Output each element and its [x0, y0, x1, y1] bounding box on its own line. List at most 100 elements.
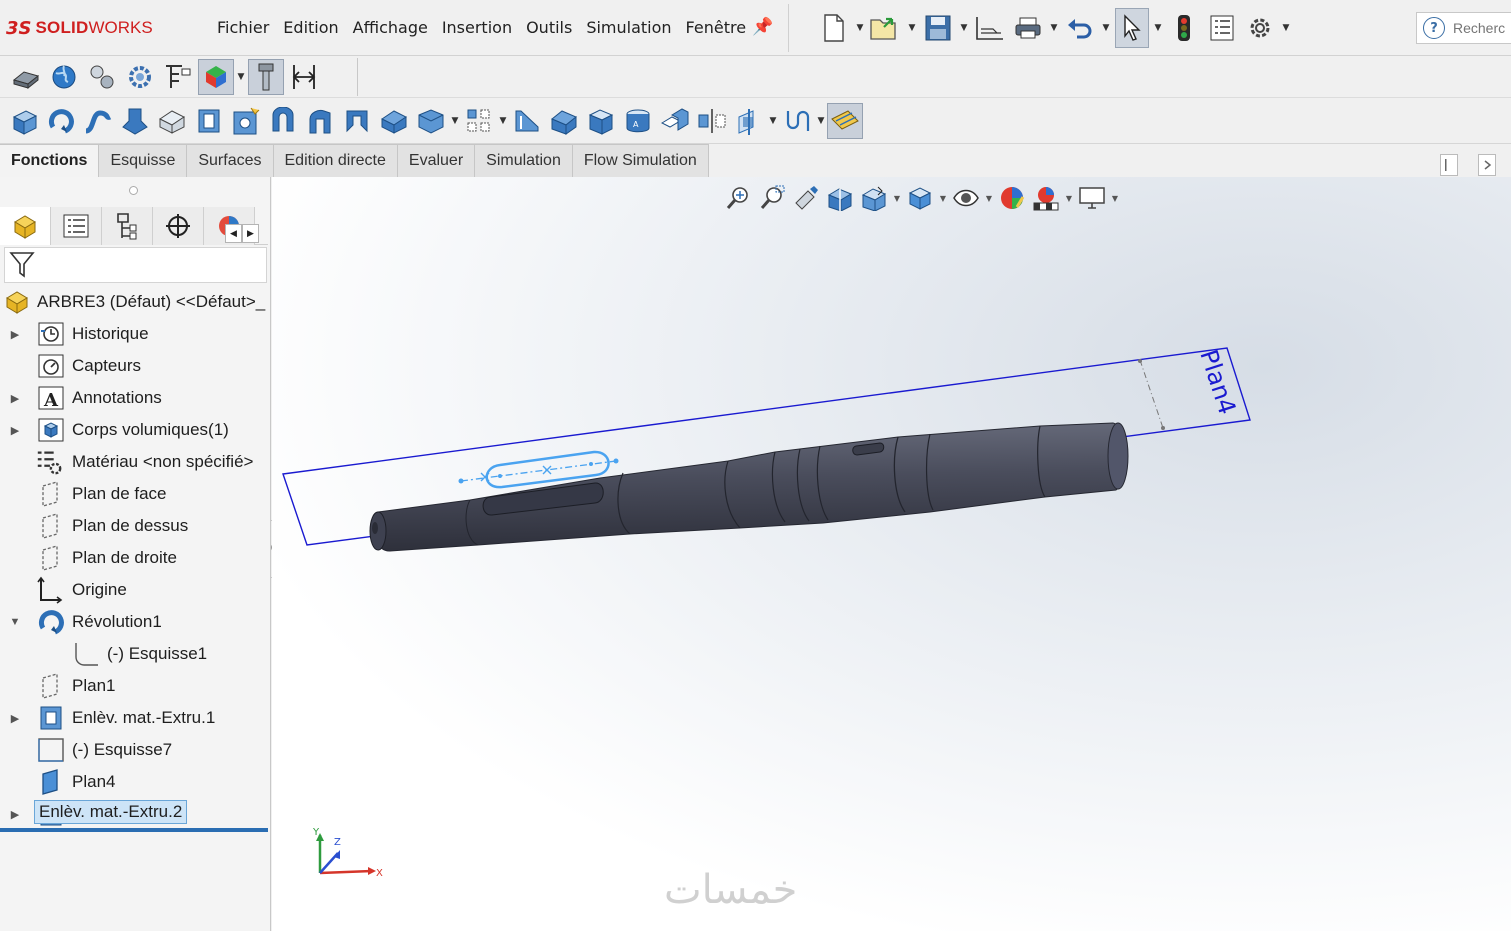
pane-toggle-left[interactable] — [1440, 154, 1458, 176]
tree-item-plan1[interactable]: Plan1 — [0, 670, 270, 702]
collapse-arrow-icon[interactable]: ▼ — [9, 616, 21, 628]
bearing-icon[interactable] — [84, 59, 120, 95]
tree-item-corps-volumiques[interactable]: ▶ Corps volumiques(1) — [0, 414, 270, 446]
lofted-cut-icon[interactable] — [339, 103, 375, 139]
reference-geometry-icon[interactable] — [731, 103, 767, 139]
help-search-input[interactable] — [1453, 20, 1511, 36]
draft-icon[interactable] — [546, 103, 582, 139]
bolt-fastener-icon[interactable] — [248, 59, 284, 95]
pane-toggle-right[interactable] — [1478, 154, 1496, 176]
revolve-boss-icon[interactable] — [43, 103, 79, 139]
open-folder-icon[interactable] — [869, 8, 903, 48]
feature-manager-tab-icon[interactable] — [0, 207, 51, 245]
fillet-icon[interactable] — [413, 103, 449, 139]
pattern-dropdown-icon[interactable]: ▼ — [498, 116, 508, 126]
expand-arrow-icon[interactable]: ▶ — [9, 392, 21, 405]
measure-dimension-icon[interactable] — [286, 59, 322, 95]
property-manager-tab-icon[interactable] — [51, 207, 102, 245]
tree-item-revolution1[interactable]: ▼ Révolution1 — [0, 606, 270, 638]
tab-surfaces[interactable]: Surfaces — [187, 144, 274, 177]
tree-item-esquisse1[interactable]: (-) Esquisse1 — [0, 638, 270, 670]
mirror-icon[interactable] — [694, 103, 730, 139]
gear-parts-icon[interactable] — [122, 59, 158, 95]
boundary-cut-icon[interactable] — [376, 103, 412, 139]
graphics-area[interactable]: Plan4 ▼ ▼ ▼ ▼ ▼ Y Z X خمسات — [272, 177, 1511, 931]
undo-dropdown-icon[interactable]: ▼ — [1101, 23, 1111, 33]
make-drawing-icon[interactable] — [973, 8, 1007, 48]
options-dropdown-icon[interactable]: ▼ — [1281, 23, 1291, 33]
extrude-cut-icon[interactable] — [191, 103, 227, 139]
view-orientation-dropdown-icon[interactable]: ▼ — [892, 194, 902, 203]
tree-item-historique[interactable]: ▶ Historique — [0, 318, 270, 350]
expand-arrow-icon[interactable]: ▶ — [9, 712, 21, 725]
menu-insertion[interactable]: Insertion — [435, 17, 519, 39]
dynamic-annotation-icon[interactable] — [858, 183, 890, 213]
toolbox-icon[interactable] — [8, 59, 44, 95]
tree-item-plan4[interactable]: Plan4 — [0, 766, 270, 798]
edit-appearance-icon[interactable] — [996, 183, 1028, 213]
shell-icon[interactable] — [583, 103, 619, 139]
tree-item-plan-de-face[interactable]: Plan de face — [0, 478, 270, 510]
tree-item-enlev-extru2[interactable]: ▶ Enlèv. mat.-Extru.2 — [0, 798, 270, 830]
curves-icon[interactable] — [779, 103, 815, 139]
open-dropdown-icon[interactable]: ▼ — [907, 23, 917, 33]
save-icon[interactable] — [921, 8, 955, 48]
help-question-icon[interactable]: ? — [1423, 17, 1445, 39]
sweep-boss-icon[interactable] — [80, 103, 116, 139]
wrap-icon[interactable]: A — [620, 103, 656, 139]
shaft-part[interactable] — [369, 422, 1129, 552]
configuration-manager-tab-icon[interactable] — [102, 207, 153, 245]
intersect-icon[interactable] — [657, 103, 693, 139]
display-style-dropdown-icon[interactable]: ▼ — [938, 194, 948, 203]
tab-evaluer[interactable]: Evaluer — [397, 144, 476, 177]
tree-root-part[interactable]: ARBRE3 (Défaut) <<Défaut>_ — [0, 286, 270, 318]
menu-simulation[interactable]: Simulation — [579, 17, 678, 39]
tab-fonctions[interactable]: Fonctions — [0, 144, 100, 177]
menu-fenetre[interactable]: Fenêtre — [679, 17, 754, 39]
menu-outils[interactable]: Outils — [519, 17, 579, 39]
help-search-box[interactable]: ? — [1416, 12, 1511, 44]
save-dropdown-icon[interactable]: ▼ — [959, 23, 969, 33]
apply-scene-icon[interactable] — [1030, 183, 1062, 213]
tree-item-materiau[interactable]: Matériau <non spécifié> — [0, 446, 270, 478]
zoom-to-area-icon[interactable] — [756, 183, 788, 213]
loft-boss-icon[interactable] — [117, 103, 153, 139]
rollback-bar[interactable] — [0, 828, 268, 832]
tabs-scroll-right-icon[interactable]: ▶ — [242, 224, 259, 243]
extrude-boss-icon[interactable] — [6, 103, 42, 139]
appearance-color-icon[interactable] — [198, 59, 234, 95]
scene-dropdown-icon[interactable]: ▼ — [1064, 194, 1074, 203]
tree-item-plan-de-droite[interactable]: Plan de droite — [0, 542, 270, 574]
rib-icon[interactable] — [509, 103, 545, 139]
tab-esquisse[interactable]: Esquisse — [99, 144, 188, 177]
select-dropdown-icon[interactable]: ▼ — [1153, 23, 1163, 33]
hide-show-dropdown-icon[interactable]: ▼ — [984, 194, 994, 203]
menu-edition[interactable]: Edition — [276, 17, 345, 39]
hole-wizard-icon[interactable] — [228, 103, 264, 139]
pin-menu-icon[interactable]: 📌 — [752, 17, 773, 37]
tree-item-capteurs[interactable]: Capteurs — [0, 350, 270, 382]
feature-tree-icon[interactable] — [160, 59, 196, 95]
tab-flow-simulation[interactable]: Flow Simulation — [572, 144, 709, 177]
undo-icon[interactable] — [1063, 8, 1097, 48]
revolve-cut-icon[interactable] — [265, 103, 301, 139]
expand-arrow-icon[interactable]: ▶ — [9, 424, 21, 437]
menu-fichier[interactable]: Fichier — [210, 17, 276, 39]
previous-view-icon[interactable] — [790, 183, 822, 213]
tab-edition-directe[interactable]: Edition directe — [273, 144, 398, 177]
reference-dropdown-icon[interactable]: ▼ — [768, 116, 778, 126]
tree-item-esquisse7[interactable]: (-) Esquisse7 — [0, 734, 270, 766]
file-properties-icon[interactable] — [1205, 8, 1239, 48]
tree-item-enlev-extru1[interactable]: ▶ Enlèv. mat.-Extru.1 — [0, 702, 270, 734]
tree-item-plan-de-dessus[interactable]: Plan de dessus — [0, 510, 270, 542]
tree-item-origine[interactable]: Origine — [0, 574, 270, 606]
section-view-icon[interactable] — [824, 183, 856, 213]
new-document-icon[interactable] — [817, 8, 851, 48]
zoom-to-fit-icon[interactable] — [722, 183, 754, 213]
new-dropdown-icon[interactable]: ▼ — [855, 23, 865, 33]
expand-arrow-icon[interactable]: ▶ — [9, 808, 21, 821]
tree-filter-box[interactable] — [4, 247, 267, 283]
expand-arrow-icon[interactable]: ▶ — [9, 328, 21, 341]
curves-dropdown-icon[interactable]: ▼ — [816, 116, 826, 126]
menu-affichage[interactable]: Affichage — [346, 17, 435, 39]
